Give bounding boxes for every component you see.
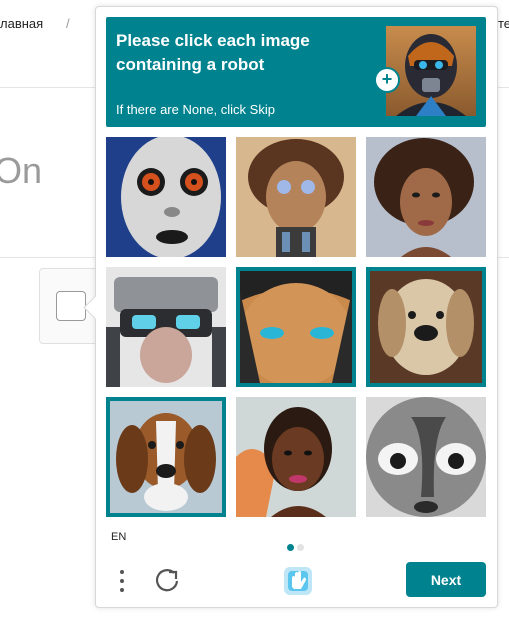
breadcrumb-next[interactable]: те bbox=[498, 16, 509, 31]
language-selector[interactable]: EN bbox=[111, 531, 126, 543]
refresh-icon[interactable] bbox=[154, 567, 180, 593]
image-tile-7[interactable] bbox=[106, 397, 226, 517]
image-tile-1[interactable] bbox=[106, 137, 226, 257]
image-tile-8[interactable] bbox=[236, 397, 356, 517]
image-tile-5[interactable] bbox=[236, 267, 356, 387]
image-tile-6[interactable] bbox=[366, 267, 486, 387]
captcha-challenge: Please click each image containing a rob… bbox=[83, 6, 498, 608]
next-button[interactable]: Next bbox=[406, 562, 486, 597]
page-dot-active bbox=[287, 544, 294, 551]
prompt-subtitle: If there are None, click Skip bbox=[116, 102, 275, 117]
page-dot bbox=[297, 544, 304, 551]
image-tile-4[interactable] bbox=[106, 267, 226, 387]
challenge-prompt: Please click each image containing a rob… bbox=[106, 17, 486, 127]
hcaptcha-logo-icon[interactable] bbox=[282, 565, 314, 597]
page-indicator bbox=[287, 538, 307, 556]
image-tile-3[interactable] bbox=[366, 137, 486, 257]
breadcrumb-separator: / bbox=[66, 16, 70, 31]
more-vertical-icon[interactable] bbox=[116, 567, 128, 595]
page-heading: On bbox=[0, 150, 43, 191]
prompt-title: Please click each image containing a rob… bbox=[116, 31, 310, 74]
example-image bbox=[386, 26, 476, 116]
image-tile-2[interactable] bbox=[236, 137, 356, 257]
captcha-checkbox[interactable] bbox=[56, 291, 86, 321]
breadcrumb-home[interactable]: лавная bbox=[0, 16, 43, 31]
image-tile-9[interactable] bbox=[366, 397, 486, 517]
plus-icon: + bbox=[374, 67, 400, 93]
